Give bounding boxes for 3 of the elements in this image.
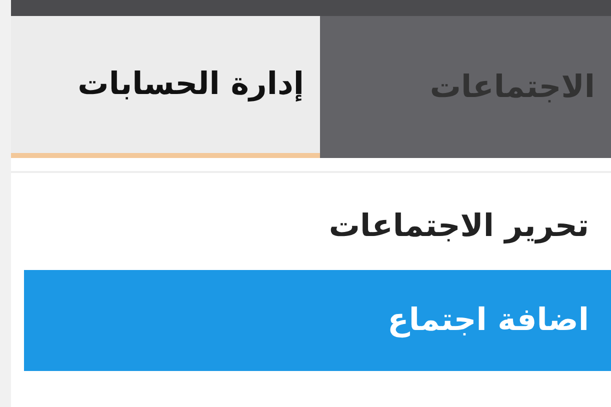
section-heading: تحرير الاجتماعات xyxy=(328,207,589,246)
add-meeting-button[interactable]: اضافة اجتماع xyxy=(24,270,611,370)
tab[interactable]: إدارة الحسابات xyxy=(11,16,320,158)
